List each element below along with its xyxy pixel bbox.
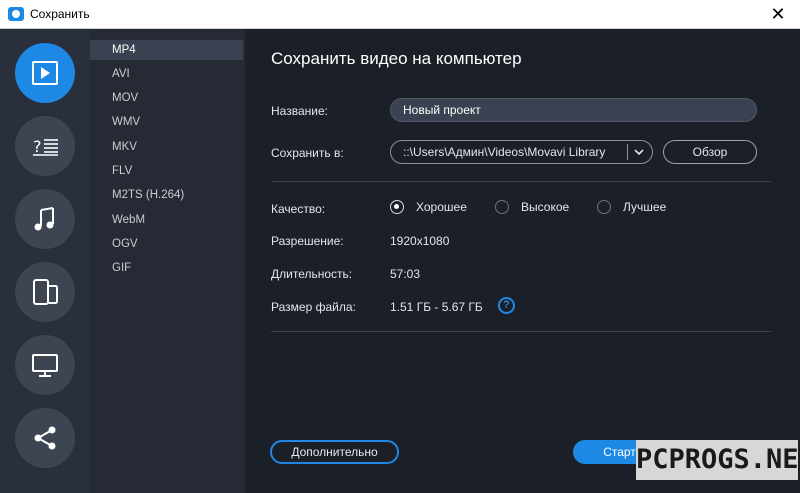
quality-good-label: Хорошее bbox=[416, 200, 467, 214]
resolution-label: Разрешение: bbox=[271, 234, 344, 248]
filesize-value: 1.51 ГБ - 5.67 ГБ bbox=[390, 300, 483, 314]
chevron-down-icon bbox=[634, 149, 644, 156]
quality-high-radio[interactable]: Высокое bbox=[495, 200, 569, 214]
video-icon bbox=[32, 61, 58, 85]
filesize-label: Размер файла: bbox=[271, 300, 356, 314]
name-label: Название: bbox=[271, 104, 328, 118]
help-icon[interactable]: ? bbox=[498, 297, 515, 314]
select-divider bbox=[627, 144, 628, 160]
title-bar: Сохранить ✕ bbox=[0, 0, 800, 29]
name-input[interactable]: Новый проект bbox=[390, 98, 757, 122]
quality-best-radio[interactable]: Лучшее bbox=[597, 200, 666, 214]
duration-value: 57:03 bbox=[390, 267, 421, 281]
more-settings-button[interactable]: Дополнительно bbox=[270, 440, 399, 464]
format-item-m2ts[interactable]: M2TS (H.264) bbox=[90, 185, 243, 205]
devices-category-button[interactable] bbox=[15, 262, 75, 322]
video-category-button[interactable] bbox=[15, 43, 75, 103]
radio-dot bbox=[597, 200, 611, 214]
format-item-mov[interactable]: MOV bbox=[90, 88, 243, 108]
radio-dot bbox=[495, 200, 509, 214]
quality-label: Качество: bbox=[271, 202, 326, 216]
monitor-icon bbox=[32, 354, 58, 377]
format-item-mp4[interactable]: MP4 bbox=[90, 40, 243, 60]
resolution-value: 1920x1080 bbox=[390, 234, 450, 248]
audio-category-button[interactable] bbox=[15, 189, 75, 249]
page-title: Сохранить видео на компьютер bbox=[271, 49, 522, 68]
browse-button[interactable]: Обзор bbox=[663, 140, 757, 164]
format-item-mkv[interactable]: MKV bbox=[90, 137, 243, 157]
divider bbox=[271, 331, 771, 332]
format-list: MP4 AVI MOV WMV MKV FLV M2TS (H.264) Web… bbox=[90, 29, 245, 493]
format-item-ogv[interactable]: OGV bbox=[90, 234, 243, 254]
audio-format-icon: ? bbox=[33, 137, 58, 156]
watermark: PCPROGS.NET bbox=[636, 440, 800, 480]
audio-format-category-button[interactable]: ? bbox=[15, 116, 75, 176]
share-icon bbox=[34, 426, 56, 450]
save-path-select[interactable]: ::\Users\Админ\Videos\Movavi Library bbox=[390, 140, 653, 164]
format-item-wmv[interactable]: WMV bbox=[90, 112, 243, 132]
format-item-webm[interactable]: WebM bbox=[90, 210, 243, 230]
category-rail: ? bbox=[0, 29, 90, 493]
quality-best-label: Лучшее bbox=[623, 200, 667, 214]
divider bbox=[271, 181, 771, 182]
svg-text:?: ? bbox=[33, 137, 42, 156]
monitor-category-button[interactable] bbox=[15, 335, 75, 395]
duration-label: Длительность: bbox=[271, 267, 353, 281]
share-category-button[interactable] bbox=[15, 408, 75, 468]
save-path-value: ::\Users\Админ\Videos\Movavi Library bbox=[403, 145, 606, 159]
format-item-flv[interactable]: FLV bbox=[90, 161, 243, 181]
devices-icon bbox=[33, 279, 58, 305]
close-button[interactable]: ✕ bbox=[756, 0, 800, 28]
format-item-gif[interactable]: GIF bbox=[90, 258, 243, 278]
app-logo-icon bbox=[8, 7, 24, 21]
quality-good-radio[interactable]: Хорошее bbox=[390, 200, 467, 214]
radio-dot bbox=[390, 200, 404, 214]
music-icon bbox=[34, 207, 54, 231]
save-to-label: Сохранить в: bbox=[271, 146, 344, 160]
quality-high-label: Высокое bbox=[521, 200, 570, 214]
save-settings-panel: Сохранить видео на компьютер Название: Н… bbox=[245, 29, 800, 493]
window-title: Сохранить bbox=[30, 7, 90, 21]
format-item-avi[interactable]: AVI bbox=[90, 64, 243, 84]
